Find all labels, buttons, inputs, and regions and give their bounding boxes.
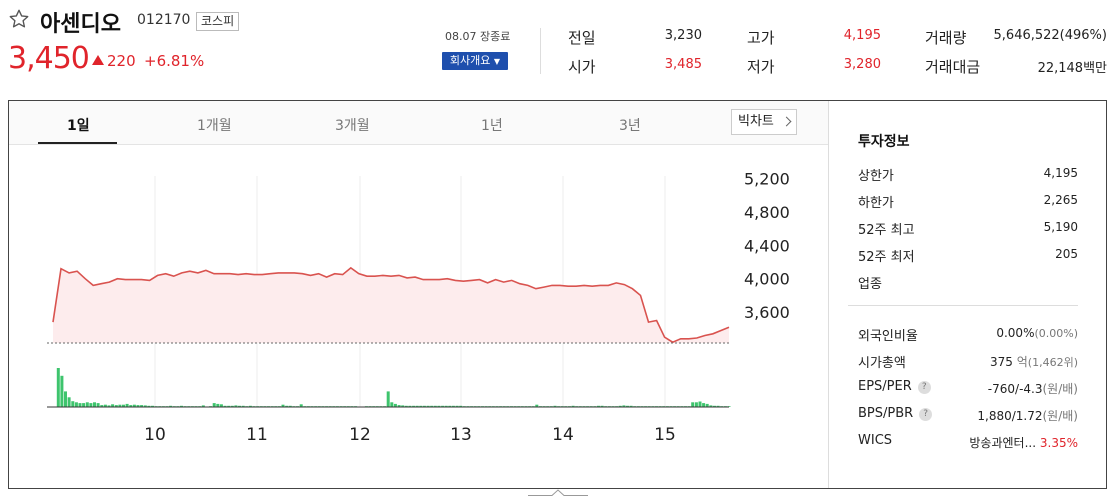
x-tick-label: 13 xyxy=(450,425,472,445)
period-tabs: 1일 1개월 3개월 1년 3년 xyxy=(9,101,828,145)
52w-low-value: 205 xyxy=(1055,247,1078,261)
open-label: 시가 xyxy=(568,58,596,76)
volume-bar xyxy=(212,403,216,407)
volume-bar xyxy=(386,391,390,407)
volume-label: 거래량 xyxy=(925,29,967,47)
52w-high-value: 5,190 xyxy=(1043,220,1078,234)
volume-bar xyxy=(89,403,93,407)
prev-close-label: 전일 xyxy=(568,29,596,47)
price-change: 220 xyxy=(92,52,136,70)
price-area xyxy=(53,267,729,343)
volume-bar xyxy=(702,403,706,407)
volume-bar xyxy=(93,402,96,407)
y-tick-label: 4,000 xyxy=(744,270,790,289)
prev-close-value: 3,230 xyxy=(664,28,702,43)
stock-name: 아센디오 xyxy=(40,12,121,37)
low-value: 3,280 xyxy=(843,57,881,72)
y-tick-label: 5,200 xyxy=(744,170,790,189)
low-label: 저가 xyxy=(747,58,775,76)
intraday-chart[interactable]: 10 11 12 13 14 15 5,200 4,800 4,400 4,000 3,600 xyxy=(9,146,827,456)
volume-bar xyxy=(71,401,75,407)
volume-bar xyxy=(390,402,394,407)
volume-bar xyxy=(96,403,100,407)
volume-bar xyxy=(82,403,86,407)
bps-pbr-label: BPS/PBR? xyxy=(858,406,933,421)
market-cap-value: 375 억(1,462위) xyxy=(990,355,1078,369)
volume-bar xyxy=(56,368,60,407)
y-tick-label: 4,800 xyxy=(744,203,790,222)
high-label: 고가 xyxy=(747,29,775,47)
eps-per-value: -760/-4.3(원/배) xyxy=(987,382,1078,396)
high-value: 4,195 xyxy=(843,28,881,43)
foreign-ratio-value: 0.00%(0.00%) xyxy=(996,326,1078,340)
wics-label: WICS xyxy=(858,433,893,448)
trade-amount-value: 22,148백만 xyxy=(1037,61,1107,76)
market-status: 08.07 장종료 xyxy=(445,30,511,43)
help-icon[interactable]: ? xyxy=(919,408,933,421)
tab-1d[interactable]: 1일 xyxy=(67,115,90,135)
open-value: 3,485 xyxy=(664,57,702,72)
52w-low-label: 52주 최저 xyxy=(858,250,915,265)
stock-code: 012170 xyxy=(137,12,191,28)
current-price: 3,450 xyxy=(8,41,90,76)
invest-info-panel xyxy=(828,101,1106,488)
collapse-handle-icon[interactable] xyxy=(528,487,588,496)
volume-bar xyxy=(85,402,89,407)
lower-limit-label: 하한가 xyxy=(858,196,894,211)
y-tick-label: 4,400 xyxy=(744,236,790,255)
x-tick-label: 14 xyxy=(552,425,574,445)
company-overview-button[interactable]: 회사개요 ▼ xyxy=(442,52,508,70)
upper-limit-label: 상한가 xyxy=(858,169,894,184)
market-cap-label: 시가총액 xyxy=(858,356,906,371)
big-chart-button[interactable]: 빅차트 xyxy=(731,109,797,135)
volume-bar xyxy=(78,403,82,407)
market-badge: 코스피 xyxy=(196,12,240,31)
volume-bar xyxy=(698,401,702,407)
x-tick-label: 11 xyxy=(246,425,268,445)
sector-label: 업종 xyxy=(858,277,882,292)
caret-down-icon: ▼ xyxy=(493,57,501,66)
price-change-percent: +6.81% xyxy=(144,52,205,70)
volume-bar xyxy=(64,391,67,407)
volume-bar xyxy=(74,402,78,407)
trade-amount-label: 거래대금 xyxy=(925,58,981,76)
tab-3y[interactable]: 3년 xyxy=(619,115,641,135)
x-tick-label: 15 xyxy=(654,425,676,445)
eps-per-label: EPS/PER? xyxy=(858,379,931,394)
chevron-right-icon xyxy=(781,116,792,127)
52w-high-label: 52주 최고 xyxy=(858,223,915,238)
x-tick-label: 12 xyxy=(349,425,371,445)
tab-3m[interactable]: 3개월 xyxy=(335,115,370,135)
volume-bar xyxy=(60,375,64,407)
active-tab-indicator xyxy=(38,142,117,144)
volume-bar xyxy=(694,402,698,407)
divider xyxy=(540,28,541,74)
foreign-ratio-label: 외국인비율 xyxy=(858,329,918,344)
volume-value: 5,646,522(496%) xyxy=(993,28,1107,43)
y-tick-label: 3,600 xyxy=(744,303,790,322)
help-icon[interactable]: ? xyxy=(917,381,931,394)
upper-limit-value: 4,195 xyxy=(1043,166,1078,180)
divider xyxy=(848,305,1078,306)
wics-value[interactable]: 방송과엔터... 3.35% xyxy=(969,434,1078,451)
volume-bar xyxy=(691,402,695,407)
tab-1m[interactable]: 1개월 xyxy=(197,115,232,135)
lower-limit-value: 2,265 xyxy=(1043,193,1078,207)
x-tick-label: 10 xyxy=(144,425,166,445)
tab-1y[interactable]: 1년 xyxy=(481,115,503,135)
favorite-star-icon[interactable] xyxy=(8,8,30,30)
bps-pbr-value: 1,880/1.72(원/배) xyxy=(977,409,1078,423)
volume-bar xyxy=(67,397,71,408)
up-triangle-icon xyxy=(92,55,104,65)
invest-info-title: 투자정보 xyxy=(858,134,910,150)
